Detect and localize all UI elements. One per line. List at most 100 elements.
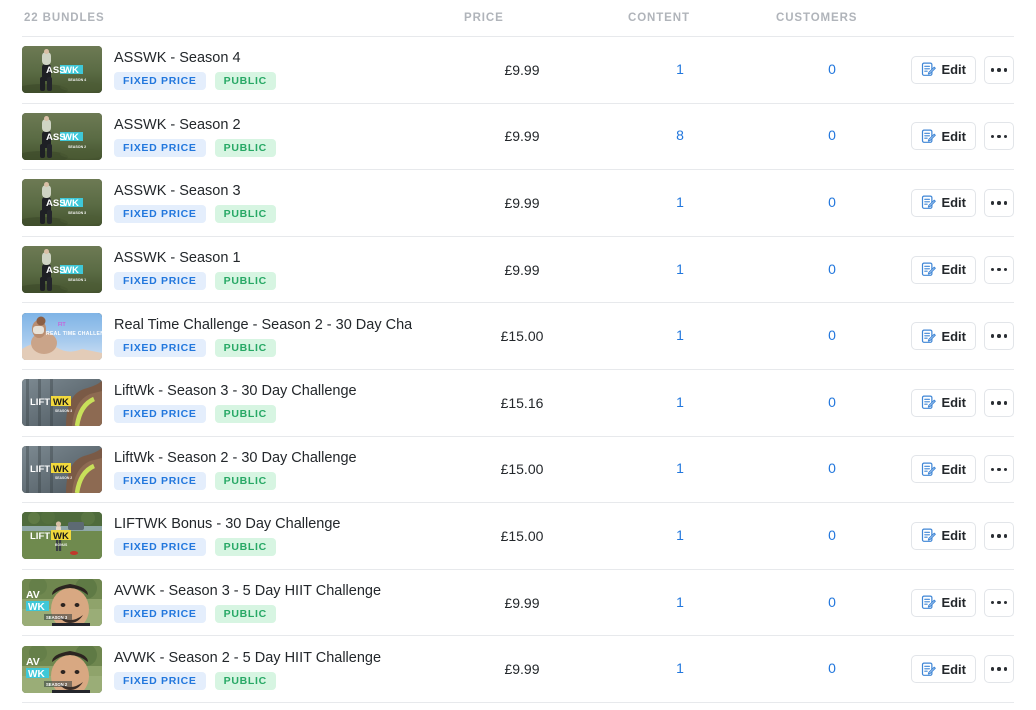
column-header-price: PRICE — [440, 12, 604, 24]
edit-button[interactable]: Edit — [911, 522, 976, 550]
bundle-text-block: ASSWK - Season 2 FIXED PRICE PUBLIC — [114, 116, 276, 157]
ellipsis-icon — [991, 68, 1008, 72]
bundle-thumbnail[interactable]: AV WK SEASON 2 — [22, 646, 102, 693]
bundle-customers-count[interactable]: 0 — [828, 460, 836, 476]
bundle-content-count[interactable]: 1 — [676, 527, 684, 543]
table-row[interactable]: ASS WK SEASON 3 ASSWK - Season 3 FIXED P… — [0, 170, 1036, 236]
bundle-content-count[interactable]: 1 — [676, 594, 684, 610]
more-options-button[interactable] — [984, 122, 1014, 150]
table-row[interactable]: ASS WK SEASON 1 ASSWK - Season 1 FIXED P… — [0, 237, 1036, 303]
table-row[interactable]: LIFT WK BONUS LIFTWK Bonus - 30 Day Chal… — [0, 503, 1036, 569]
bundle-customers-cell: 0 — [756, 127, 908, 145]
bundle-content-cell: 1 — [604, 527, 756, 545]
more-options-button[interactable] — [984, 189, 1014, 217]
bundle-price: £9.99 — [440, 661, 604, 677]
bundle-title: AVWK - Season 2 - 5 Day HIIT Challenge — [114, 649, 381, 667]
bundle-thumbnail[interactable]: ASS WK SEASON 3 — [22, 179, 102, 226]
bundle-thumbnail[interactable]: LIFT WK SEASON 2 — [22, 446, 102, 493]
ellipsis-icon — [991, 201, 1008, 205]
edit-button[interactable]: Edit — [911, 122, 976, 150]
row-actions: Edit — [908, 256, 1014, 284]
bundle-title: ASSWK - Season 4 — [114, 49, 276, 67]
bundle-customers-cell: 0 — [756, 327, 908, 345]
more-options-button[interactable] — [984, 322, 1014, 350]
table-row[interactable]: ASS WK SEASON 2 ASSWK - Season 2 FIXED P… — [0, 104, 1036, 170]
more-options-button[interactable] — [984, 256, 1014, 284]
document-pencil-icon — [921, 195, 936, 210]
bundle-customers-count[interactable]: 0 — [828, 660, 836, 676]
more-options-button[interactable] — [984, 455, 1014, 483]
table-row[interactable]: AV WK SEASON 3 AVWK - Season 3 - 5 Day H… — [0, 570, 1036, 636]
bundle-thumbnail[interactable]: AV WK SEASON 3 — [22, 579, 102, 626]
bundle-customers-count[interactable]: 0 — [828, 194, 836, 210]
bundle-thumbnail[interactable]: LIFT WK SEASON 3 — [22, 379, 102, 426]
bundle-customers-count[interactable]: 0 — [828, 127, 836, 143]
edit-button-label: Edit — [941, 395, 966, 410]
table-header: 22 BUNDLES PRICE CONTENT CUSTOMERS — [0, 0, 1036, 36]
bundle-content-cell: 1 — [604, 660, 756, 678]
svg-text:LIFT: LIFT — [30, 531, 50, 542]
table-row[interactable]: LIFT WK SEASON 3 LiftWk - Season 3 - 30 … — [0, 370, 1036, 436]
edit-button[interactable]: Edit — [911, 56, 976, 84]
bundle-text-block: LiftWk - Season 3 - 30 Day Challenge FIX… — [114, 382, 357, 423]
svg-text:SEASON 2: SEASON 2 — [46, 682, 68, 687]
bundle-customers-count[interactable]: 0 — [828, 394, 836, 410]
more-options-button[interactable] — [984, 655, 1014, 683]
bundle-content-cell: 1 — [604, 61, 756, 79]
bundle-customers-count[interactable]: 0 — [828, 327, 836, 343]
bundle-content-count[interactable]: 1 — [676, 61, 684, 77]
edit-button[interactable]: Edit — [911, 256, 976, 284]
edit-button[interactable]: Edit — [911, 455, 976, 483]
svg-text:WK: WK — [63, 132, 79, 143]
more-options-button[interactable] — [984, 522, 1014, 550]
document-pencil-icon — [921, 129, 936, 144]
ellipsis-icon — [991, 601, 1008, 605]
svg-text:AV: AV — [26, 656, 40, 668]
edit-button[interactable]: Edit — [911, 389, 976, 417]
more-options-button[interactable] — [984, 589, 1014, 617]
bundle-content-count[interactable]: 8 — [676, 127, 684, 143]
bundle-content-count[interactable]: 1 — [676, 460, 684, 476]
svg-text:WK: WK — [53, 531, 69, 542]
status-badge-fixed-price: FIXED PRICE — [114, 339, 206, 357]
bundle-title: ASSWK - Season 3 — [114, 182, 276, 200]
bundle-content-count[interactable]: 1 — [676, 660, 684, 676]
table-row[interactable]: FIT REAL TIME CHALLENGE Real Time Challe… — [0, 303, 1036, 369]
bundle-content-count[interactable]: 1 — [676, 194, 684, 210]
bundle-content-count[interactable]: 1 — [676, 327, 684, 343]
edit-button[interactable]: Edit — [911, 322, 976, 350]
bundle-customers-cell: 0 — [756, 261, 908, 279]
bundle-customers-count[interactable]: 0 — [828, 261, 836, 277]
svg-text:SEASON 1: SEASON 1 — [68, 278, 86, 282]
bundle-title: AVWK - Season 3 - 5 Day HIIT Challenge — [114, 582, 381, 600]
bundle-content-count[interactable]: 1 — [676, 261, 684, 277]
bundle-thumbnail[interactable]: ASS WK SEASON 2 — [22, 113, 102, 160]
edit-button[interactable]: Edit — [911, 655, 976, 683]
bundle-content-cell: 1 — [604, 194, 756, 212]
bundle-title: Real Time Challenge - Season 2 - 30 Day … — [114, 316, 412, 334]
status-badge-public: PUBLIC — [215, 472, 276, 490]
more-options-button[interactable] — [984, 389, 1014, 417]
svg-text:REAL TIME CHALLENGE: REAL TIME CHALLENGE — [46, 331, 102, 337]
bundle-customers-count[interactable]: 0 — [828, 527, 836, 543]
bundle-thumbnail[interactable]: LIFT WK BONUS — [22, 512, 102, 559]
bundle-customers-count[interactable]: 0 — [828, 61, 836, 77]
bundle-tags: FIXED PRICE PUBLIC — [114, 605, 381, 623]
bundle-thumbnail[interactable]: ASS WK SEASON 1 — [22, 246, 102, 293]
table-row[interactable]: ASS WK SEASON 4 ASSWK - Season 4 FIXED P… — [0, 37, 1036, 103]
bundle-content-cell: 1 — [604, 394, 756, 412]
bundle-thumbnail[interactable]: FIT REAL TIME CHALLENGE — [22, 313, 102, 360]
bundle-customers-count[interactable]: 0 — [828, 594, 836, 610]
table-row[interactable]: LIFT WK SEASON 2 LiftWk - Season 2 - 30 … — [0, 437, 1036, 503]
edit-button[interactable]: Edit — [911, 189, 976, 217]
edit-button[interactable]: Edit — [911, 589, 976, 617]
more-options-button[interactable] — [984, 56, 1014, 84]
column-header-content: CONTENT — [604, 12, 756, 24]
bundle-thumbnail[interactable]: ASS WK SEASON 4 — [22, 46, 102, 93]
status-badge-public: PUBLIC — [215, 272, 276, 290]
row-divider — [22, 702, 1014, 703]
bundle-content-count[interactable]: 1 — [676, 394, 684, 410]
ellipsis-icon — [991, 334, 1008, 338]
bundle-text-block: AVWK - Season 3 - 5 Day HIIT Challenge F… — [114, 582, 381, 623]
table-row[interactable]: AV WK SEASON 2 AVWK - Season 2 - 5 Day H… — [0, 636, 1036, 702]
